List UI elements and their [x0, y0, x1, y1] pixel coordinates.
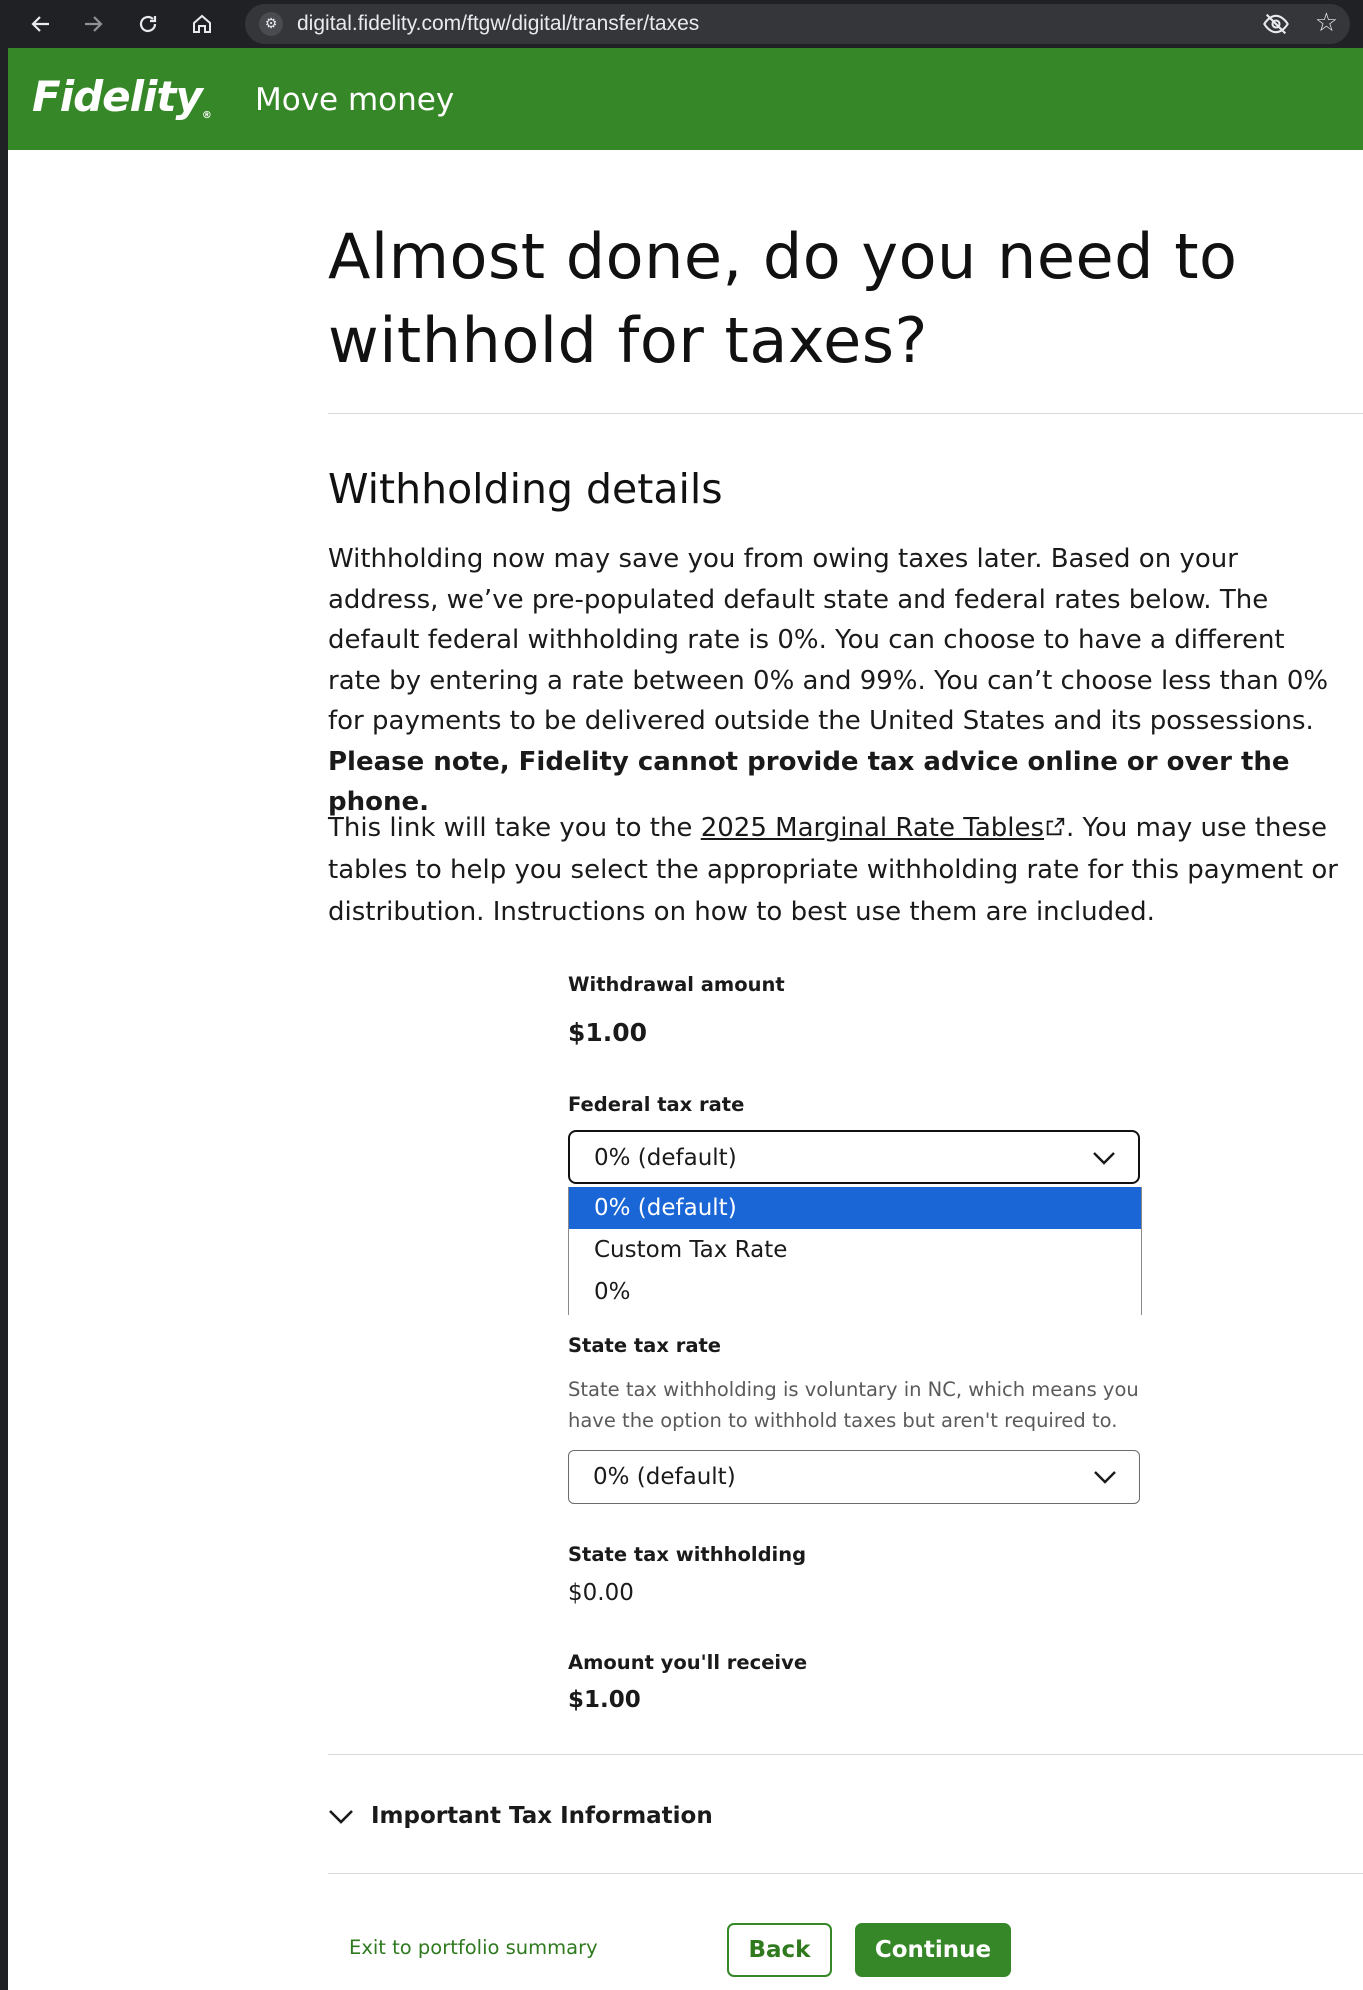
state-tax-withholding-value: $0.00 [568, 1580, 634, 1606]
reload-icon[interactable] [131, 8, 165, 40]
withdrawal-amount-value: $1.00 [568, 1018, 648, 1047]
intro-text: Withholding now may save you from owing … [328, 544, 1329, 736]
header-title: Move money [255, 82, 455, 118]
divider [328, 413, 1363, 414]
address-bar[interactable]: ⚙ digital.fidelity.com/ftgw/digital/tran… [245, 4, 1350, 44]
option-default[interactable]: 0% (default) [569, 1187, 1141, 1229]
state-tax-rate-label: State tax rate [568, 1334, 722, 1357]
continue-button[interactable]: Continue [855, 1923, 1011, 1977]
federal-tax-rate-options: 0% (default) Custom Tax Rate 0% [568, 1187, 1142, 1315]
option-zero-percent[interactable]: 0% [569, 1271, 1141, 1313]
site-settings-icon[interactable]: ⚙ [259, 12, 283, 36]
back-button[interactable]: Back [727, 1923, 832, 1977]
option-custom-tax-rate[interactable]: Custom Tax Rate [569, 1229, 1141, 1271]
eye-off-icon[interactable] [1262, 10, 1290, 42]
fidelity-logo[interactable]: Fidelity® [32, 72, 212, 121]
state-tax-withholding-label: State tax withholding [568, 1543, 807, 1566]
divider [328, 1754, 1363, 1755]
marginal-rate-tables-link[interactable]: 2025 Marginal Rate Tables [701, 813, 1044, 843]
rate-tables-paragraph: This link will take you to the 2025 Marg… [328, 807, 1338, 933]
chevron-down-icon [1094, 1471, 1116, 1484]
home-icon[interactable] [185, 8, 219, 40]
chevron-down-icon [1093, 1152, 1115, 1165]
chevron-down-icon [329, 1810, 353, 1824]
exit-portfolio-link[interactable]: Exit to portfolio summary [349, 1936, 598, 1959]
arrow-left-icon[interactable] [24, 8, 58, 40]
accordion-label: Important Tax Information [371, 1803, 713, 1829]
site-header: Fidelity® Move money [8, 48, 1363, 150]
external-link-icon [1046, 817, 1065, 836]
link-prefix: This link will take you to the [328, 813, 701, 843]
section-title: Withholding details [328, 465, 723, 513]
window-edge [0, 48, 8, 1990]
intro-paragraph: Withholding now may save you from owing … [328, 539, 1338, 823]
bookmark-star-icon[interactable]: ☆ [1315, 8, 1338, 38]
divider [328, 1873, 1363, 1874]
federal-tax-rate-select[interactable]: 0% (default) [568, 1130, 1140, 1184]
browser-toolbar: ⚙ digital.fidelity.com/ftgw/digital/tran… [0, 0, 1363, 48]
amount-receive-value: $1.00 [568, 1687, 641, 1713]
federal-tax-rate-selected: 0% (default) [594, 1145, 737, 1171]
withdrawal-amount-label: Withdrawal amount [568, 973, 785, 996]
arrow-right-icon[interactable] [76, 8, 110, 40]
amount-receive-label: Amount you'll receive [568, 1651, 808, 1674]
state-tax-hint: State tax withholding is voluntary in NC… [568, 1378, 1139, 1432]
page-title: Almost done, do you need to withhold for… [328, 220, 1238, 377]
federal-tax-rate-label: Federal tax rate [568, 1093, 745, 1116]
state-tax-rate-selected: 0% (default) [593, 1464, 736, 1490]
url-text: digital.fidelity.com/ftgw/digital/transf… [297, 12, 700, 35]
state-tax-rate-select[interactable]: 0% (default) [568, 1450, 1140, 1504]
